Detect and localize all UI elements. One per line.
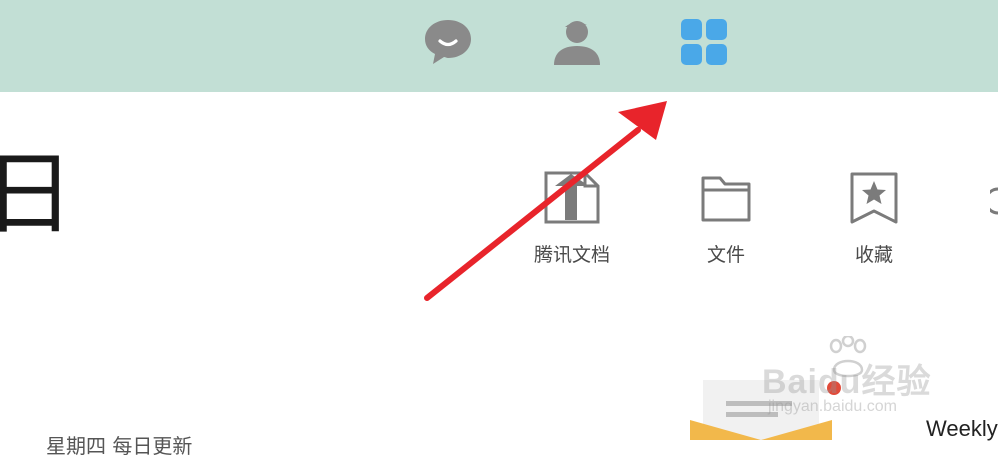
tool-files[interactable]: 文件 — [671, 170, 781, 267]
tab-workspace[interactable] — [674, 12, 734, 72]
tab-chat[interactable] — [418, 12, 478, 72]
tool-favorites[interactable]: 收藏 — [819, 170, 929, 267]
page-title-fragment: 日 — [0, 142, 74, 247]
weekly-label[interactable]: Weekly — [926, 416, 998, 442]
tool-favorites-label: 收藏 — [854, 244, 893, 266]
chat-bubble-icon — [425, 20, 471, 64]
tool-tencent-docs-label: 腾讯文档 — [533, 244, 610, 266]
folder-icon — [701, 176, 751, 222]
top-nav-bar — [0, 0, 998, 92]
bottom-text-fragment: 星期四 每日更新 — [46, 434, 193, 458]
tab-contacts[interactable] — [546, 12, 606, 72]
tool-files-label: 文件 — [706, 244, 745, 266]
partial-tool-icon[interactable] — [990, 186, 998, 216]
envelope-illustration — [690, 380, 832, 440]
notification-dot — [827, 381, 841, 395]
grid-apps-icon — [681, 19, 727, 65]
tool-tencent-docs[interactable]: 腾讯文档 — [517, 170, 627, 267]
paw-icon — [829, 336, 867, 378]
person-icon — [554, 21, 600, 65]
tencent-docs-icon — [544, 171, 600, 224]
bookmark-star-icon — [850, 172, 898, 224]
